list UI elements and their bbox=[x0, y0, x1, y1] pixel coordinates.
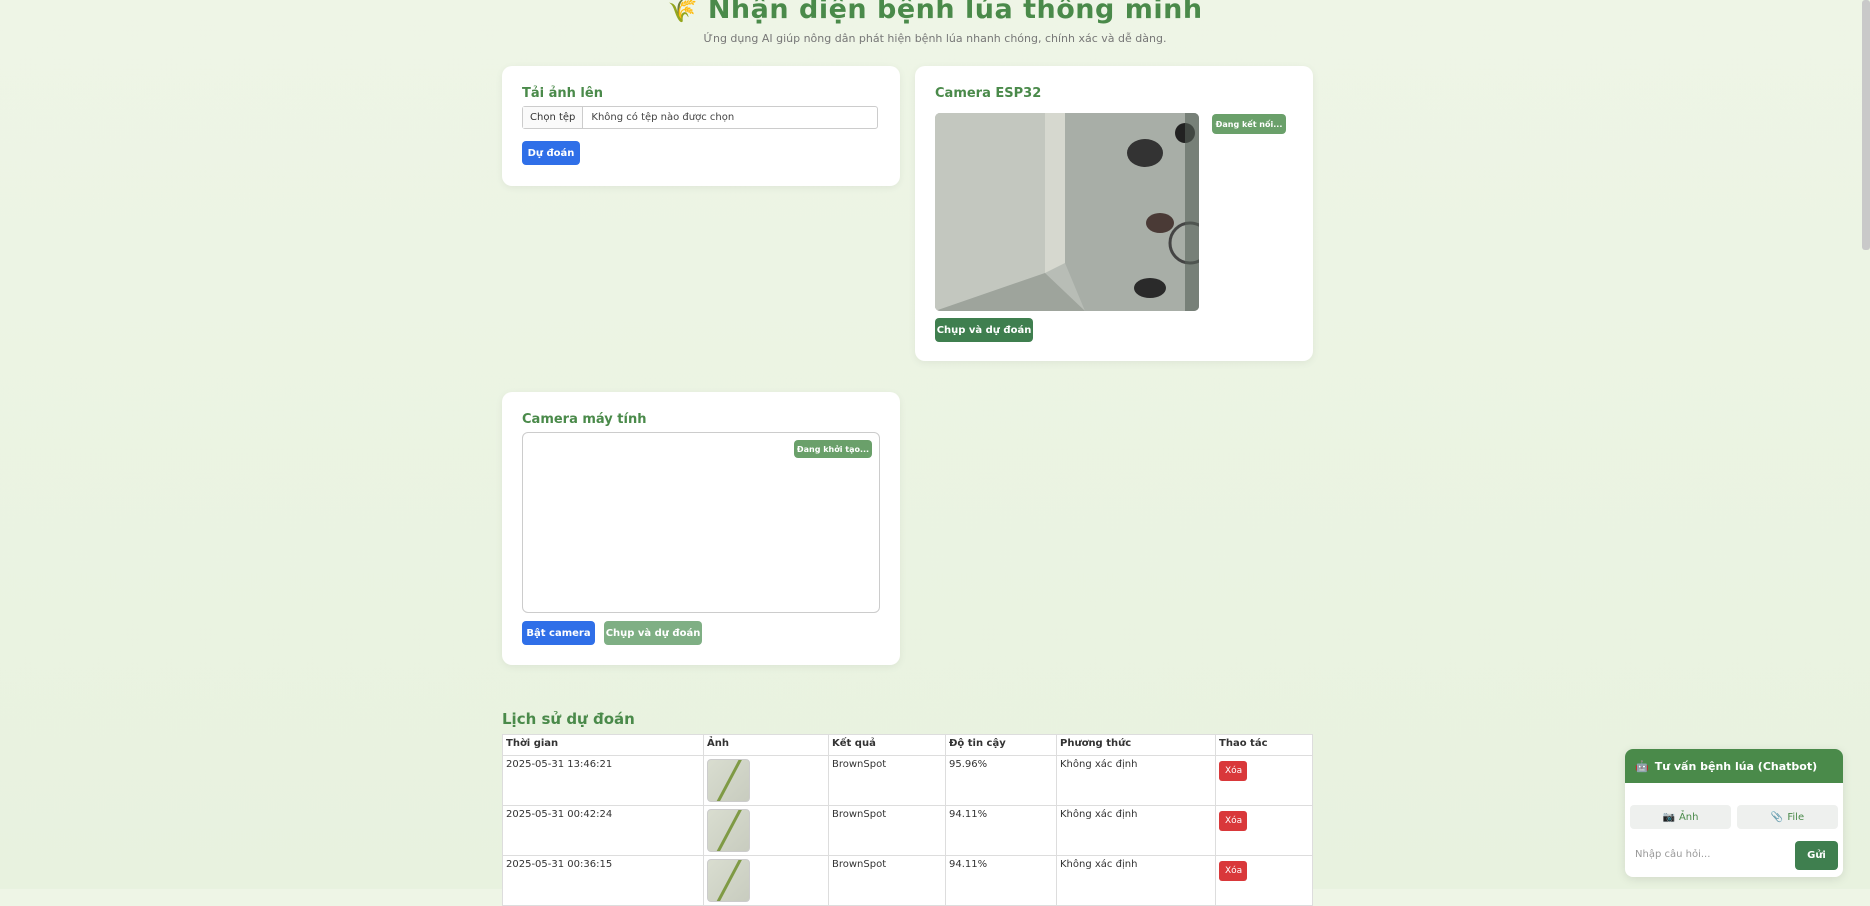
page-title: 🌾 Nhận diện bệnh lúa thông minh bbox=[0, 0, 1870, 25]
file-input[interactable]: Chọn tệp Không có tệp nào được chọn bbox=[522, 106, 878, 129]
delete-button[interactable]: Xóa bbox=[1219, 811, 1247, 831]
row-time: 2025-05-31 00:36:15 bbox=[502, 855, 704, 906]
row-confidence: 94.11% bbox=[945, 855, 1057, 906]
delete-button[interactable]: Xóa bbox=[1219, 761, 1247, 781]
rice-plant-icon: 🌾 bbox=[667, 0, 698, 24]
chatbot-header[interactable]: 🤖 Tư vấn bệnh lúa (Chatbot) bbox=[1625, 749, 1843, 783]
pc-camera-status-badge: Đang khởi tạo... bbox=[794, 440, 872, 458]
choose-file-button[interactable]: Chọn tệp bbox=[523, 107, 584, 128]
robot-icon: 🤖 bbox=[1635, 759, 1649, 773]
history-title: Lịch sử dự đoán bbox=[502, 710, 635, 728]
history-header-row: Thời gian Ảnh Kết quả Độ tin cậy Phương … bbox=[502, 734, 1313, 756]
chatbot-title: Tư vấn bệnh lúa (Chatbot) bbox=[1654, 759, 1818, 773]
pc-camera-title: Camera máy tính bbox=[522, 412, 647, 427]
col-image: Ảnh bbox=[703, 734, 829, 756]
esp32-camera-card: Camera ESP32 Đang kết nối... Chụp và dự … bbox=[915, 66, 1313, 361]
row-thumbnail[interactable] bbox=[707, 809, 750, 852]
paperclip-icon: 📎 bbox=[1770, 811, 1784, 823]
row-confidence: 95.96% bbox=[945, 755, 1057, 806]
chat-file-label: File bbox=[1787, 811, 1805, 823]
row-time: 2025-05-31 00:42:24 bbox=[502, 805, 704, 856]
table-row: 2025-05-31 13:46:21 BrownSpot 95.96% Khô… bbox=[502, 755, 1313, 806]
upload-card: Tải ảnh lên Chọn tệp Không có tệp nào đư… bbox=[502, 66, 900, 186]
esp32-capture-button[interactable]: Chụp và dự đoán bbox=[935, 318, 1033, 342]
col-method: Phương thức bbox=[1056, 734, 1216, 756]
page-subtitle: Ứng dụng AI giúp nông dân phát hiện bệnh… bbox=[703, 32, 1167, 45]
row-result: BrownSpot bbox=[828, 755, 946, 806]
chat-file-button[interactable]: 📎 File bbox=[1737, 805, 1838, 829]
camera-feed-image bbox=[935, 113, 1199, 311]
pc-camera-preview bbox=[522, 432, 880, 613]
row-thumbnail[interactable] bbox=[707, 859, 750, 902]
file-name-label: Không có tệp nào được chọn bbox=[591, 112, 735, 123]
chatbot-panel: 🤖 Tư vấn bệnh lúa (Chatbot) 📷 Ảnh 📎 File N… bbox=[1625, 749, 1843, 877]
chat-input[interactable]: Nhập câu hỏi... bbox=[1635, 840, 1785, 868]
row-confidence: 94.11% bbox=[945, 805, 1057, 856]
row-result: BrownSpot bbox=[828, 805, 946, 856]
row-method: Không xác định bbox=[1056, 755, 1216, 806]
row-thumbnail[interactable] bbox=[707, 759, 750, 802]
enable-camera-button[interactable]: Bật camera bbox=[522, 621, 595, 645]
col-result: Kết quả bbox=[828, 734, 946, 756]
pc-camera-card: Camera máy tính Đang khởi tạo... Bật cam… bbox=[502, 392, 900, 665]
table-row: 2025-05-31 00:36:15 BrownSpot 94.11% Khô… bbox=[502, 855, 1313, 906]
predict-button[interactable]: Dự đoán bbox=[522, 141, 580, 165]
col-action: Thao tác bbox=[1215, 734, 1313, 756]
esp32-camera-feed bbox=[935, 113, 1199, 311]
history-table: Thời gian Ảnh Kết quả Độ tin cậy Phương … bbox=[502, 734, 1313, 906]
page-title-text: Nhận diện bệnh lúa thông minh bbox=[707, 0, 1203, 25]
row-result: BrownSpot bbox=[828, 855, 946, 906]
row-time: 2025-05-31 13:46:21 bbox=[502, 755, 704, 806]
table-row: 2025-05-31 00:42:24 BrownSpot 94.11% Khô… bbox=[502, 805, 1313, 856]
chat-image-button[interactable]: 📷 Ảnh bbox=[1630, 805, 1731, 829]
pc-capture-button[interactable]: Chụp và dự đoán bbox=[604, 621, 702, 645]
esp32-status-badge: Đang kết nối... bbox=[1212, 114, 1286, 134]
row-method: Không xác định bbox=[1056, 805, 1216, 856]
chat-image-label: Ảnh bbox=[1678, 811, 1699, 823]
chat-send-button[interactable]: Gửi bbox=[1795, 841, 1838, 870]
esp32-title: Camera ESP32 bbox=[935, 86, 1042, 101]
row-method: Không xác định bbox=[1056, 855, 1216, 906]
camera-icon: 📷 bbox=[1662, 811, 1675, 823]
upload-title: Tải ảnh lên bbox=[522, 86, 603, 101]
col-confidence: Độ tin cậy bbox=[945, 734, 1057, 756]
col-time: Thời gian bbox=[502, 734, 704, 756]
delete-button[interactable]: Xóa bbox=[1219, 861, 1247, 881]
